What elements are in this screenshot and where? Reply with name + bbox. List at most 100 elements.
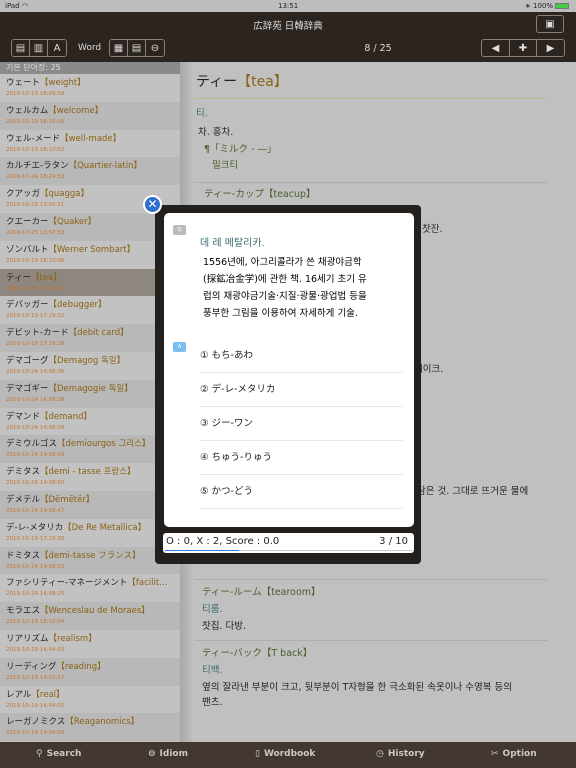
entry-headword: ティー【tea】 — [196, 74, 288, 90]
item-word: デビット-カード【debit card】 — [6, 328, 129, 339]
wordbook-item[interactable]: デマゴーグ【Demagog 독일】 2018-10-24 14:08:36 — [0, 352, 180, 380]
wordbook-item[interactable]: デミタス【demi - tasse 프랑스】 2018-10-24 14:08:5… — [0, 463, 180, 491]
wordbook-item[interactable]: ドミタス【demi-tasse フランス】 2018-10-24 14:08:53 — [0, 546, 180, 575]
sub-entry-teacup[interactable]: ティー-カップ【teacup】 — [204, 186, 316, 200]
mode-label: Word — [78, 43, 102, 53]
wordbook-item[interactable]: デマンド【demand】 2018-10-24 14:08:39 — [0, 408, 180, 436]
item-word: デミタス【demi - tasse 프랑스】 — [6, 467, 136, 478]
app-title: 広辞苑 日韓辞典 — [253, 21, 323, 32]
answer-option-4[interactable]: ④ ちゅう-りゅう — [200, 441, 403, 475]
item-word: ゾンバルト【Werner Sombart】 — [6, 244, 136, 255]
item-date: 2018-10-24 14:08:50 — [6, 480, 65, 487]
tools-icon: ✂ — [491, 749, 499, 759]
nav-toolbar: ◀ ✚ ▶ — [481, 39, 565, 57]
search-icon: ⚲ — [36, 749, 43, 759]
wordbook-item[interactable]: モラエス【Wenceslau de Moraes】 2018-10-19 18:1… — [0, 602, 180, 630]
sub-entry-tearoom[interactable]: ティー-ルーム【tearoom】 — [202, 584, 321, 598]
item-word: クエーカー【Quaker】 — [6, 216, 97, 227]
wordbook-item[interactable]: デビット-カード【debit card】 2018-10-19 17:29:28 — [0, 324, 180, 352]
wordbook-item[interactable]: デバッガー【debugger】 2018-10-19 17:29:32 — [0, 296, 180, 324]
idiom-icon: ⊖ — [148, 749, 156, 759]
score-text: O : 0, X : 2, Score : 0.0 — [166, 536, 280, 547]
battery-icon — [555, 3, 569, 9]
item-word: モラエス【Wenceslau de Moraes】 — [6, 606, 150, 617]
tab-search[interactable]: ⚲ Search — [36, 749, 81, 759]
tab-wordbook[interactable]: ▯ Wordbook — [255, 749, 315, 759]
close-button[interactable]: ✕ — [143, 195, 162, 214]
wordbook-item[interactable]: ウェル-メード【well-made】 2018-10-19 18:10:02 — [0, 130, 180, 158]
quiz-mode-button[interactable]: ▤ — [128, 40, 146, 56]
item-date: 2018-10-24 14:08:38 — [6, 396, 65, 403]
prev-icon: ◀ — [491, 42, 500, 54]
remove-button[interactable]: ⊖ — [146, 40, 164, 56]
item-word: デマゴギー【Demagogie 독일】 — [6, 383, 133, 394]
item-date: 2018-10-19 17:29:32 — [6, 313, 65, 320]
edit-button[interactable]: ▤ — [12, 40, 30, 56]
wordbook-item[interactable]: デマゴギー【Demagogie 독일】 2018-10-24 14:08:38 — [0, 379, 180, 408]
item-date: 2018-10-19 18:10:00 — [6, 118, 65, 125]
next-icon: ▶ — [546, 42, 555, 54]
sub-entry-reading: 티백. — [202, 665, 223, 676]
font-size-button[interactable]: A — [48, 40, 66, 56]
question-badge: Q — [173, 225, 186, 235]
next-button[interactable]: ▶ — [537, 40, 564, 56]
wordbook-item[interactable]: ファシリティー-マネージメント【facilit… 2018-10-24 14:08… — [0, 574, 180, 602]
answer-option-1[interactable]: ① もち-あわ — [200, 339, 403, 373]
wordbook-item[interactable]: ウェート【weight】 2018-10-19 18:09:58 — [0, 74, 180, 102]
wordbook-item[interactable]: カルチエ-ラタン【Quartier-latin】 2018-10-24 18:24… — [0, 157, 180, 186]
item-date: 2018-10-24 14:08:53 — [6, 563, 65, 570]
item-word: デミウルゴス【demiourgos 그리스】 — [6, 439, 151, 450]
item-word: レーガノミクス【Reaganomics】 — [6, 717, 140, 728]
wordbook-item[interactable]: デミウルゴス【demiourgos 그리스】 2018-10-24 14:08:4… — [0, 435, 180, 464]
answer-option-2[interactable]: ② デ-レ-メタリカ — [200, 373, 403, 407]
calendar-button[interactable]: ▦ — [110, 40, 128, 56]
item-word: カルチエ-ラタン【Quartier-latin】 — [6, 161, 142, 172]
item-date: 2018-10-19 18:10:06 — [6, 257, 65, 264]
tab-history[interactable]: ◷ History — [376, 749, 425, 759]
tab-option[interactable]: ✂ Option — [491, 749, 537, 759]
answer-option-5[interactable]: ⑤ かつ-どう — [200, 475, 403, 509]
device-label: iPad — [5, 2, 20, 10]
wordbook-list[interactable]: ウェート【weight】 2018-10-19 18:09:58 ウェルカム【wel… — [0, 74, 180, 742]
item-word: リーディング【reading】 — [6, 661, 106, 672]
quiz-card-icon: ▤ — [131, 42, 142, 54]
wordbook-item[interactable]: リーディング【reading】 2018-10-19 14:03:57 — [0, 657, 180, 686]
item-word: デバッガー【debugger】 — [6, 300, 107, 311]
item-date: 2018-10-19 14:04:00 — [6, 730, 65, 737]
item-date: 2018-10-19 14:04:02 — [6, 702, 65, 709]
item-date: 2018-10-19 17:29:28 — [6, 341, 65, 348]
wordbook-item[interactable]: ゾンバルト【Werner Sombart】 2018-10-19 18:10:06 — [0, 241, 180, 269]
calendar-icon: ▦ — [113, 42, 124, 54]
wordbook-item[interactable]: デ-レ-メタリカ【De Re Metallica】 2018-10-19 17:2… — [0, 519, 180, 547]
item-date: 2018-10-19 18:10:02 — [6, 146, 65, 153]
status-bar: iPad ◠ 13:51 ∗ 100% — [0, 0, 576, 12]
sub-entry-tback[interactable]: ティー-バック【T back】 — [202, 645, 312, 659]
item-word: デマンド【demand】 — [6, 411, 92, 422]
trash-icon: ▥ — [33, 42, 44, 54]
item-date: 2018-10-19 14:04:03 — [6, 646, 65, 653]
progress-fill — [165, 550, 240, 551]
item-word: ドミタス【demi-tasse フランス】 — [6, 550, 141, 561]
wordbook-item[interactable]: ティー【tea】 2018-10-25 13:51:00 — [0, 268, 180, 297]
prev-button[interactable]: ◀ — [482, 40, 510, 56]
delete-button[interactable]: ▥ — [30, 40, 48, 56]
card-icon: ▤ — [15, 42, 26, 54]
answer-option-3[interactable]: ③ ジー-ワン — [200, 407, 403, 441]
quiz-icon: ▣ — [545, 18, 555, 30]
quiz-button[interactable]: ▣ — [536, 15, 564, 33]
page-counter: 8 / 25 — [364, 43, 392, 54]
entry-fragment: 담은 것. 그대로 뜨거운 물에 — [417, 486, 529, 497]
tab-idiom[interactable]: ⊖ Idiom — [148, 749, 188, 759]
sub-entry-meaning: 옆의 잘라낸 부분이 크고, 뒷부분이 T자형을 한 극소화된 속옷이나 수영복… — [202, 682, 512, 693]
wordbook-item[interactable]: クエーカー【Quaker】 2018-10-25 13:50:53 — [0, 212, 180, 241]
item-date: 2018-10-24 18:24:53 — [6, 174, 65, 181]
wordbook-item[interactable]: レーガノミクス【Reaganomics】 2018-10-19 14:04:00 — [0, 713, 180, 742]
wordbook-item[interactable]: ウェルカム【welcome】 2018-10-19 18:10:00 — [0, 101, 180, 130]
wordbook-item[interactable]: リアリズム【realism】 2018-10-19 14:04:03 — [0, 630, 180, 658]
wordbook-item[interactable]: デメテル【Dēmētēr】 2018-10-24 14:08:47 — [0, 490, 180, 519]
font-icon: A — [53, 42, 61, 54]
add-button[interactable]: ✚ — [510, 40, 537, 56]
wordbook-item[interactable]: レアル【real】 2018-10-19 14:04:02 — [0, 686, 180, 714]
question-line: 럽의 채광야금기술·지질·광물·광업법 등을 — [203, 291, 367, 302]
answer-badge: A — [173, 342, 186, 352]
